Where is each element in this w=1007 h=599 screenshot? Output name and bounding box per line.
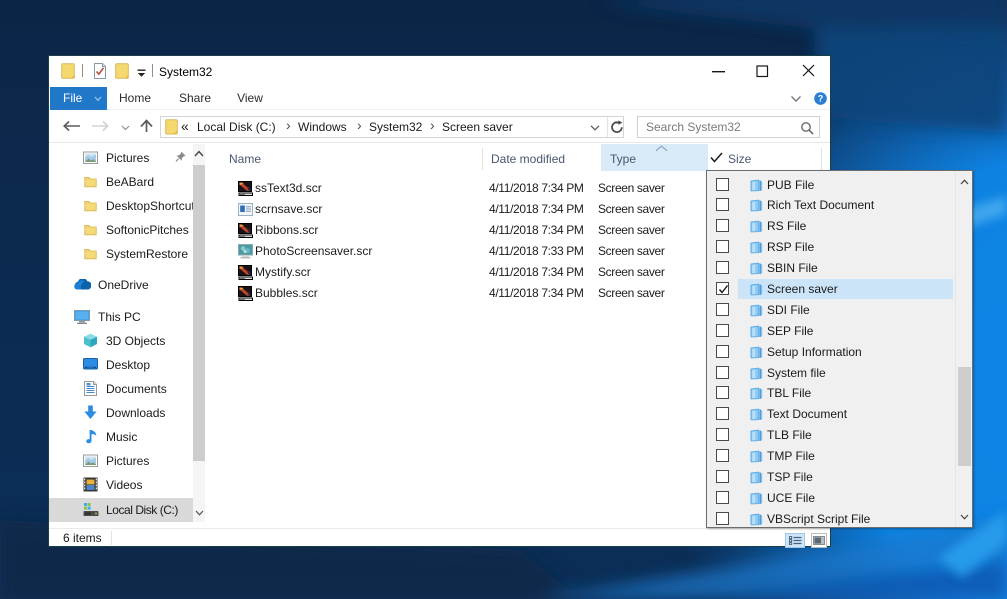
- svg-text:?: ?: [818, 94, 824, 104]
